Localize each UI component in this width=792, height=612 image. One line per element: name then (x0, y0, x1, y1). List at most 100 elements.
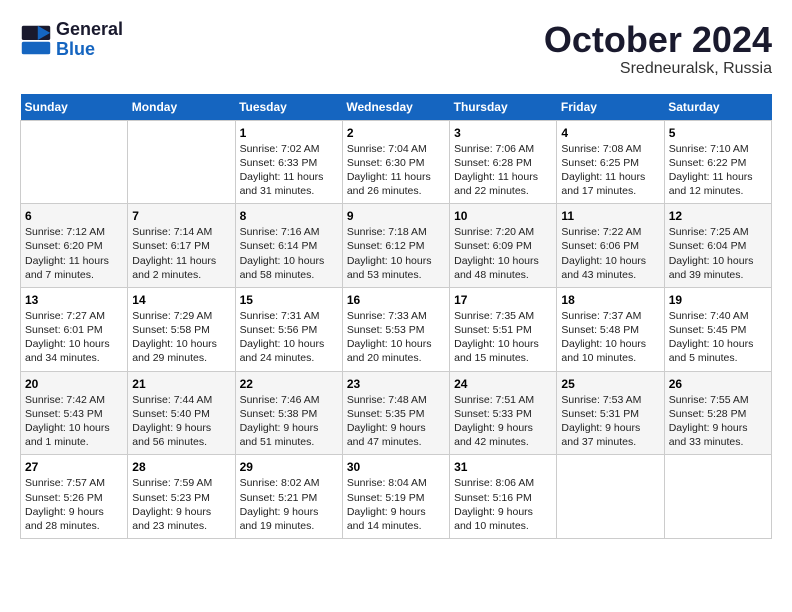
cell-info: Daylight: 11 hours and 31 minutes. (240, 170, 338, 198)
cell-info: Sunset: 5:26 PM (25, 491, 123, 505)
cell-info: Sunset: 5:43 PM (25, 407, 123, 421)
day-number: 6 (25, 209, 123, 223)
cell-info: Sunrise: 7:42 AM (25, 393, 123, 407)
day-number: 8 (240, 209, 338, 223)
weekday-header-row: SundayMondayTuesdayWednesdayThursdayFrid… (21, 94, 772, 121)
cell-info: Daylight: 10 hours and 34 minutes. (25, 337, 123, 365)
cell-info: Sunset: 6:09 PM (454, 239, 552, 253)
cell-info: Sunset: 5:53 PM (347, 323, 445, 337)
cell-info: Sunrise: 7:06 AM (454, 142, 552, 156)
day-number: 18 (561, 293, 659, 307)
cell-info: Sunset: 6:06 PM (561, 239, 659, 253)
calendar-cell: 11Sunrise: 7:22 AMSunset: 6:06 PMDayligh… (557, 204, 664, 288)
cell-info: Sunset: 5:19 PM (347, 491, 445, 505)
calendar-cell: 26Sunrise: 7:55 AMSunset: 5:28 PMDayligh… (664, 371, 771, 455)
cell-info: Sunrise: 8:04 AM (347, 476, 445, 490)
cell-info: Sunset: 5:33 PM (454, 407, 552, 421)
page-header: General Blue October 2024 Sredneuralsk, … (20, 20, 772, 78)
cell-info: Sunset: 5:21 PM (240, 491, 338, 505)
location: Sredneuralsk, Russia (544, 60, 772, 78)
cell-info: Sunset: 5:48 PM (561, 323, 659, 337)
cell-info: Sunset: 5:35 PM (347, 407, 445, 421)
calendar-header: SundayMondayTuesdayWednesdayThursdayFrid… (21, 94, 772, 121)
day-number: 27 (25, 460, 123, 474)
cell-info: Sunrise: 7:10 AM (669, 142, 767, 156)
cell-info: Daylight: 9 hours and 51 minutes. (240, 421, 338, 449)
day-number: 31 (454, 460, 552, 474)
weekday-header-thursday: Thursday (450, 94, 557, 121)
day-number: 21 (132, 377, 230, 391)
cell-info: Daylight: 10 hours and 39 minutes. (669, 254, 767, 282)
cell-info: Sunset: 6:33 PM (240, 156, 338, 170)
weekday-header-monday: Monday (128, 94, 235, 121)
cell-info: Sunrise: 7:57 AM (25, 476, 123, 490)
day-number: 3 (454, 126, 552, 140)
calendar-cell: 25Sunrise: 7:53 AMSunset: 5:31 PMDayligh… (557, 371, 664, 455)
calendar-cell: 12 Sunrise: 7:25 AMSunset: 6:04 PMDayligh… (664, 204, 771, 288)
day-number: 10 (454, 209, 552, 223)
day-number: 22 (240, 377, 338, 391)
day-number: 20 (25, 377, 123, 391)
calendar-week-2: 6Sunrise: 7:12 AMSunset: 6:20 PMDaylight… (21, 204, 772, 288)
cell-info: Sunset: 6:30 PM (347, 156, 445, 170)
day-number: 17 (454, 293, 552, 307)
cell-info: Sunrise: 7:29 AM (132, 309, 230, 323)
month-title: October 2024 (544, 20, 772, 60)
title-block: October 2024 Sredneuralsk, Russia (544, 20, 772, 78)
cell-info: Sunset: 5:23 PM (132, 491, 230, 505)
cell-info: Sunrise: 7:48 AM (347, 393, 445, 407)
cell-info: Daylight: 10 hours and 1 minute. (25, 421, 123, 449)
cell-info: Sunrise: 8:06 AM (454, 476, 552, 490)
cell-info: Sunset: 6:04 PM (669, 239, 767, 253)
calendar-cell: 2Sunrise: 7:04 AMSunset: 6:30 PMDaylight… (342, 120, 449, 204)
day-number: 4 (561, 126, 659, 140)
calendar-cell: 22Sunrise: 7:46 AMSunset: 5:38 PMDayligh… (235, 371, 342, 455)
calendar-cell: 31Sunrise: 8:06 AMSunset: 5:16 PMDayligh… (450, 455, 557, 539)
calendar-cell: 5Sunrise: 7:10 AMSunset: 6:22 PMDaylight… (664, 120, 771, 204)
weekday-header-sunday: Sunday (21, 94, 128, 121)
logo-line2: Blue (56, 40, 123, 60)
calendar-cell (664, 455, 771, 539)
day-number: 16 (347, 293, 445, 307)
cell-info: Sunrise: 7:27 AM (25, 309, 123, 323)
calendar-cell: 9Sunrise: 7:18 AMSunset: 6:12 PMDaylight… (342, 204, 449, 288)
logo-text-block: General Blue (56, 20, 123, 60)
cell-info: Daylight: 10 hours and 48 minutes. (454, 254, 552, 282)
calendar-cell: 4Sunrise: 7:08 AMSunset: 6:25 PMDaylight… (557, 120, 664, 204)
cell-info: Daylight: 9 hours and 14 minutes. (347, 505, 445, 533)
cell-info: Daylight: 9 hours and 42 minutes. (454, 421, 552, 449)
day-number: 29 (240, 460, 338, 474)
calendar-cell: 23Sunrise: 7:48 AMSunset: 5:35 PMDayligh… (342, 371, 449, 455)
cell-info: Sunset: 6:22 PM (669, 156, 767, 170)
calendar-cell: 27Sunrise: 7:57 AMSunset: 5:26 PMDayligh… (21, 455, 128, 539)
cell-info: Daylight: 10 hours and 5 minutes. (669, 337, 767, 365)
calendar-cell: 28Sunrise: 7:59 AMSunset: 5:23 PMDayligh… (128, 455, 235, 539)
cell-info: Daylight: 10 hours and 29 minutes. (132, 337, 230, 365)
cell-info: Daylight: 11 hours and 26 minutes. (347, 170, 445, 198)
cell-info: Sunset: 6:14 PM (240, 239, 338, 253)
logo-icon (20, 24, 52, 56)
cell-info: Daylight: 9 hours and 33 minutes. (669, 421, 767, 449)
day-number: 1 (240, 126, 338, 140)
cell-info: Daylight: 11 hours and 22 minutes. (454, 170, 552, 198)
day-number: 7 (132, 209, 230, 223)
calendar-cell: 13Sunrise: 7:27 AMSunset: 6:01 PMDayligh… (21, 287, 128, 371)
calendar-cell: 14Sunrise: 7:29 AMSunset: 5:58 PMDayligh… (128, 287, 235, 371)
cell-info: Daylight: 11 hours and 17 minutes. (561, 170, 659, 198)
cell-info: Sunset: 5:28 PM (669, 407, 767, 421)
cell-info: Sunrise: 7:25 AM (669, 225, 767, 239)
cell-info: Sunrise: 7:44 AM (132, 393, 230, 407)
calendar-cell: 16Sunrise: 7:33 AMSunset: 5:53 PMDayligh… (342, 287, 449, 371)
calendar-cell: 8Sunrise: 7:16 AMSunset: 6:14 PMDaylight… (235, 204, 342, 288)
cell-info: Sunrise: 7:04 AM (347, 142, 445, 156)
calendar-cell: 1Sunrise: 7:02 AMSunset: 6:33 PMDaylight… (235, 120, 342, 204)
cell-info: Sunrise: 7:31 AM (240, 309, 338, 323)
weekday-header-friday: Friday (557, 94, 664, 121)
cell-info: Daylight: 9 hours and 23 minutes. (132, 505, 230, 533)
calendar-cell (128, 120, 235, 204)
calendar-cell: 19Sunrise: 7:40 AMSunset: 5:45 PMDayligh… (664, 287, 771, 371)
calendar-week-1: 1Sunrise: 7:02 AMSunset: 6:33 PMDaylight… (21, 120, 772, 204)
logo: General Blue (20, 20, 123, 60)
calendar-table: SundayMondayTuesdayWednesdayThursdayFrid… (20, 94, 772, 539)
day-number: 12 (669, 209, 767, 223)
